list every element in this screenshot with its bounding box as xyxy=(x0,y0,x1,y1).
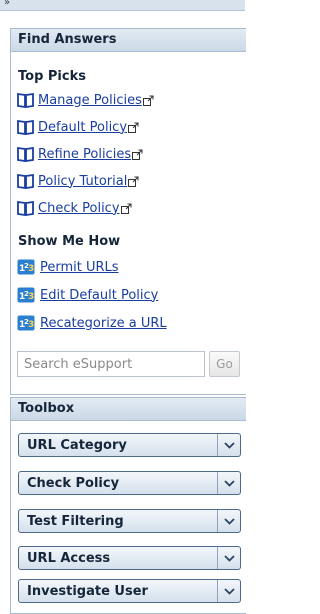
toolbox-url-category-dropdown[interactable]: URL Category xyxy=(18,433,241,457)
toolbox-check-policy-dropdown[interactable]: Check Policy xyxy=(18,471,241,495)
external-link-icon xyxy=(120,203,132,214)
svg-text:3: 3 xyxy=(28,320,34,330)
tutorial-icon: 1 2 3 xyxy=(17,315,35,331)
external-link-icon xyxy=(142,95,154,106)
tutorial-icon: 1 2 3 xyxy=(17,259,35,275)
top-pick-refine-policies[interactable]: Refine Policies xyxy=(17,144,143,164)
dropdown-label: Investigate User xyxy=(27,583,148,599)
toolbox-url-access-dropdown[interactable]: URL Access xyxy=(18,546,241,570)
top-pick-default-policy[interactable]: Default Policy xyxy=(17,117,139,137)
top-pick-label[interactable]: Manage Policies xyxy=(38,93,142,108)
dropdown-label: URL Category xyxy=(27,437,127,453)
top-picks-title: Top Picks xyxy=(18,69,86,84)
tutorial-icon: 1 2 3 xyxy=(17,287,35,303)
book-icon xyxy=(17,200,34,216)
show-me-how-title: Show Me How xyxy=(18,234,121,249)
external-link-icon xyxy=(132,149,143,160)
toolbox-investigate-user-dropdown[interactable]: Investigate User xyxy=(18,579,241,603)
top-pick-manage-policies[interactable]: Manage Policies xyxy=(17,90,154,110)
show-me-how-label[interactable]: Edit Default Policy xyxy=(40,288,158,303)
external-link-icon xyxy=(128,122,139,133)
collapse-sidebar-icon[interactable]: » xyxy=(4,0,10,9)
sidebar-top-bar: » xyxy=(0,0,245,11)
search-go-button[interactable]: Go xyxy=(209,351,240,377)
show-me-how-edit-default-policy[interactable]: 1 2 3 Edit Default Policy xyxy=(17,285,158,305)
find-answers-panel: Find Answers Top Picks Manage Policies D… xyxy=(10,28,246,395)
chevron-down-icon[interactable] xyxy=(217,547,240,569)
search-esupport-input[interactable] xyxy=(17,351,205,377)
show-me-how-recategorize-url[interactable]: 1 2 3 Recategorize a URL xyxy=(17,313,167,333)
find-answers-title: Find Answers xyxy=(11,29,246,52)
svg-text:3: 3 xyxy=(28,264,34,274)
book-icon xyxy=(17,119,34,135)
dropdown-label: URL Access xyxy=(27,550,111,566)
top-pick-policy-tutorial[interactable]: Policy Tutorial xyxy=(17,171,139,191)
book-icon xyxy=(17,146,34,162)
external-link-icon xyxy=(128,176,139,187)
dropdown-label: Test Filtering xyxy=(27,513,124,529)
top-pick-label[interactable]: Default Policy xyxy=(38,120,127,135)
toolbox-title: Toolbox xyxy=(11,398,246,421)
top-pick-label[interactable]: Policy Tutorial xyxy=(38,174,127,189)
toolbox-panel: Toolbox URL Category Check Policy Test F… xyxy=(10,397,246,614)
show-me-how-label[interactable]: Recategorize a URL xyxy=(40,316,167,331)
chevron-down-icon[interactable] xyxy=(217,434,240,456)
chevron-down-icon[interactable] xyxy=(217,580,240,602)
toolbox-test-filtering-dropdown[interactable]: Test Filtering xyxy=(18,509,241,533)
chevron-down-icon[interactable] xyxy=(217,510,240,532)
show-me-how-label[interactable]: Permit URLs xyxy=(40,260,119,275)
dropdown-label: Check Policy xyxy=(27,475,120,491)
chevron-down-icon[interactable] xyxy=(217,472,240,494)
show-me-how-permit-urls[interactable]: 1 2 3 Permit URLs xyxy=(17,257,119,277)
book-icon xyxy=(17,92,34,108)
svg-text:3: 3 xyxy=(28,292,34,302)
top-pick-label[interactable]: Check Policy xyxy=(38,201,120,216)
top-pick-check-policy[interactable]: Check Policy xyxy=(17,198,132,218)
top-pick-label[interactable]: Refine Policies xyxy=(38,147,131,162)
book-icon xyxy=(17,173,34,189)
